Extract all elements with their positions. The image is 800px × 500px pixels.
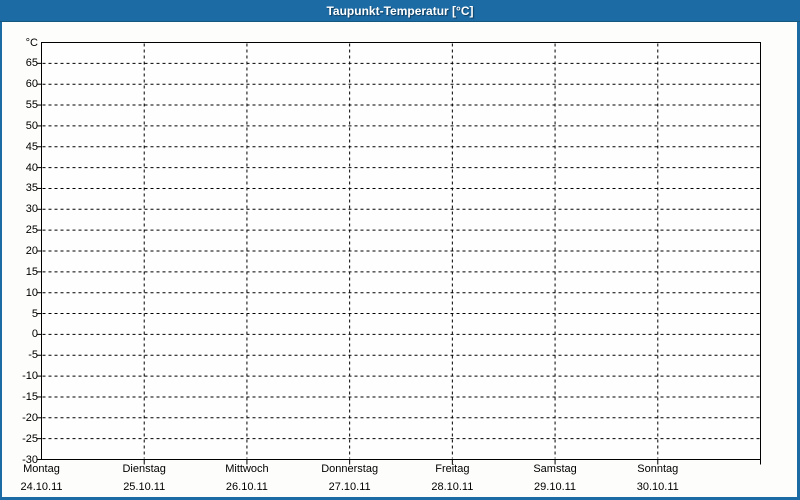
plot-border [41, 42, 761, 460]
y-tick-label: 35 [25, 182, 38, 195]
x-weekday-label: Donnerstag [321, 463, 379, 475]
y-tick-label: 5 [31, 307, 38, 320]
y-tick-label: 40 [25, 161, 38, 174]
x-weekday-label: Sonntag [637, 463, 679, 475]
title-bar: Taupunkt-Temperatur [°C] [0, 0, 800, 22]
y-tick-label: -20 [22, 411, 38, 424]
x-date-label: 30.10.11 [636, 481, 679, 493]
y-tick-label: 25 [25, 224, 38, 237]
x-weekday-label: Freitag [435, 463, 470, 475]
chart-title: Taupunkt-Temperatur [°C] [326, 3, 474, 18]
y-tick-label: -15 [22, 390, 38, 403]
y-tick-label: -25 [22, 432, 38, 445]
x-date-label: 28.10.11 [431, 481, 474, 493]
y-tick-label: 50 [25, 119, 38, 132]
x-date-label: 27.10.11 [328, 481, 371, 493]
y-tick-label: 30 [25, 203, 38, 216]
y-tick-label: 0 [31, 328, 38, 341]
y-tick-label: 15 [25, 265, 38, 278]
x-weekday-label: Mittwoch [225, 463, 269, 475]
y-tick-label: 45 [25, 140, 38, 153]
grid-and-axes [36, 42, 761, 465]
x-weekday-label: Dienstag [122, 463, 166, 475]
y-tick-label: 60 [25, 78, 38, 91]
y-tick-label: 10 [25, 286, 38, 299]
y-tick-label: -5 [28, 349, 38, 362]
chart-window: Taupunkt-Temperatur [°C] °C 65 60 55 50 45 40… [0, 0, 800, 500]
y-tick-label: 55 [25, 99, 38, 112]
x-weekday-label: Samstag [533, 463, 577, 475]
x-weekday-label: Montag [23, 463, 60, 475]
y-tick-label: -10 [22, 370, 38, 383]
y-axis-unit-label: °C [25, 37, 38, 49]
x-date-label: 26.10.11 [225, 481, 268, 493]
x-date-label: 25.10.11 [123, 481, 166, 493]
y-tick-label: 20 [25, 245, 38, 257]
x-date-label: 24.10.11 [20, 481, 63, 493]
x-date-label: 29.10.11 [534, 481, 577, 493]
chart-canvas: °C 65 60 55 50 45 40 35 30 25 20 15 10 5 0 -5 -10 -15 -20… [2, 22, 797, 497]
y-tick-label: 65 [25, 57, 38, 70]
